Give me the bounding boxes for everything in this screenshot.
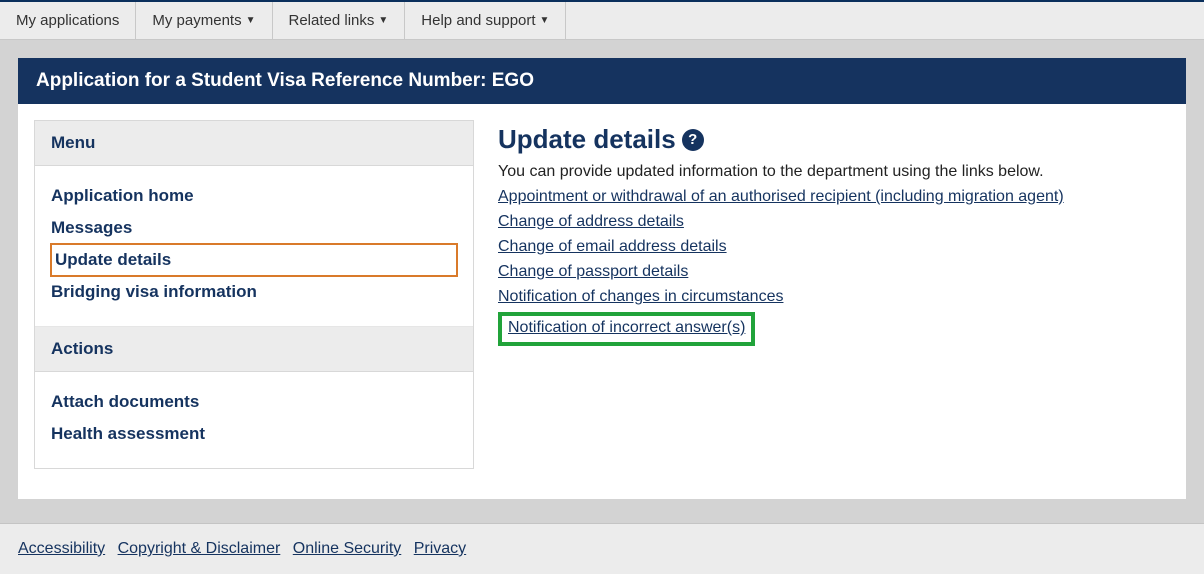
nav-label: My applications <box>16 12 119 29</box>
chevron-down-icon: ▼ <box>246 15 256 26</box>
sidebar-actions-header: Actions <box>35 327 473 372</box>
sidebar-item-application-home[interactable]: Application home <box>51 180 457 212</box>
highlighted-link-box: Notification of incorrect answer(s) <box>498 312 755 346</box>
sidebar: Menu Application home Messages Update de… <box>34 120 474 469</box>
sidebar-item-update-details[interactable]: Update details <box>51 244 457 276</box>
nav-help-support[interactable]: Help and support ▼ <box>405 2 566 39</box>
main-panel: Update details ? You can provide updated… <box>498 120 1170 469</box>
help-icon[interactable]: ? <box>682 129 704 151</box>
sidebar-item-health-assessment[interactable]: Health assessment <box>51 418 457 450</box>
nav-label: My payments <box>152 12 241 29</box>
main-heading-text: Update details <box>498 124 676 155</box>
link-change-address[interactable]: Change of address details <box>498 213 684 230</box>
footer-accessibility[interactable]: Accessibility <box>18 540 105 557</box>
footer-copyright[interactable]: Copyright & Disclaimer <box>118 540 281 557</box>
sidebar-menu-header: Menu <box>35 121 473 166</box>
top-nav: My applications My payments ▼ Related li… <box>0 2 1204 40</box>
sidebar-item-bridging-visa[interactable]: Bridging visa information <box>51 276 457 308</box>
nav-my-payments[interactable]: My payments ▼ <box>136 2 272 39</box>
sidebar-item-messages[interactable]: Messages <box>51 212 457 244</box>
nav-related-links[interactable]: Related links ▼ <box>273 2 406 39</box>
chevron-down-icon: ▼ <box>378 15 388 26</box>
link-authorised-recipient[interactable]: Appointment or withdrawal of an authoris… <box>498 188 1064 205</box>
page-title: Application for a Student Visa Reference… <box>18 58 1186 104</box>
nav-label: Help and support <box>421 12 535 29</box>
link-change-passport[interactable]: Change of passport details <box>498 263 688 280</box>
content-area: Menu Application home Messages Update de… <box>18 104 1186 499</box>
sidebar-item-attach-documents[interactable]: Attach documents <box>51 386 457 418</box>
sidebar-actions-section: Attach documents Health assessment <box>35 372 473 468</box>
main-heading: Update details ? <box>498 124 1166 155</box>
update-links-list: Appointment or withdrawal of an authoris… <box>498 185 1166 346</box>
link-changes-circumstances[interactable]: Notification of changes in circumstances <box>498 288 783 305</box>
chevron-down-icon: ▼ <box>540 15 550 26</box>
page-container: Application for a Student Visa Reference… <box>0 40 1204 523</box>
main-intro-text: You can provide updated information to t… <box>498 163 1166 181</box>
sidebar-menu-section: Application home Messages Update details… <box>35 166 473 327</box>
footer-online-security[interactable]: Online Security <box>293 540 402 557</box>
nav-label: Related links <box>289 12 375 29</box>
nav-my-applications[interactable]: My applications <box>0 2 136 39</box>
link-change-email[interactable]: Change of email address details <box>498 238 727 255</box>
footer: Accessibility Copyright & Disclaimer Onl… <box>0 523 1204 574</box>
footer-privacy[interactable]: Privacy <box>414 540 466 557</box>
link-incorrect-answer[interactable]: Notification of incorrect answer(s) <box>508 319 745 336</box>
page-inner: Application for a Student Visa Reference… <box>18 58 1186 499</box>
